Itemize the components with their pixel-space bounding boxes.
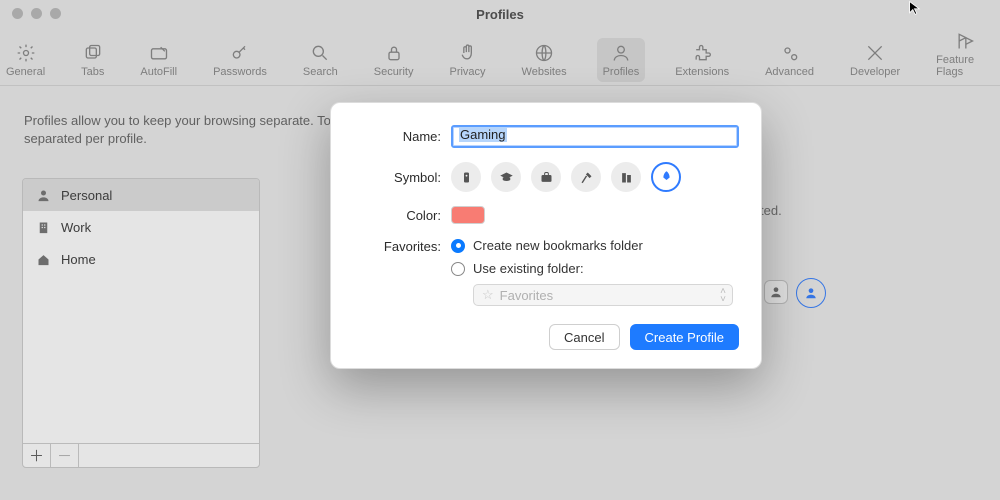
toolbar-item-tabs[interactable]: Tabs — [75, 38, 110, 82]
toolbar-item-developer[interactable]: Developer — [844, 38, 906, 82]
gears-icon — [779, 42, 801, 64]
toolbar-item-search[interactable]: Search — [297, 38, 344, 82]
favorites-label: Favorites: — [347, 239, 451, 254]
radio-label: Use existing folder: — [473, 261, 584, 276]
symbol-graduation-icon[interactable] — [491, 162, 521, 192]
pencil-card-icon — [148, 42, 170, 64]
flags-icon — [954, 30, 976, 52]
chevron-updown-icon: ˄˅ — [720, 288, 726, 304]
toolbar-label: Security — [374, 66, 414, 78]
window-title: Profiles — [0, 7, 1000, 22]
color-label: Color: — [347, 208, 451, 223]
search-icon — [309, 42, 331, 64]
puzzle-icon — [691, 42, 713, 64]
cancel-button[interactable]: Cancel — [549, 324, 619, 350]
profile-row-label: Work — [61, 220, 91, 235]
symbol-rocket-icon[interactable] — [651, 162, 681, 192]
tabs-icon — [82, 42, 104, 64]
symbol-picker — [451, 162, 739, 192]
toolbar-item-general[interactable]: General — [0, 38, 51, 82]
lock-icon — [383, 42, 405, 64]
symbol-hammer-icon[interactable] — [571, 162, 601, 192]
house-icon — [35, 251, 51, 267]
toolbar-item-feature-flags[interactable]: Feature Flags — [930, 26, 1000, 82]
radio-checked-icon[interactable] — [451, 239, 465, 253]
gear-icon — [15, 42, 37, 64]
existing-folder-popup[interactable]: ☆ Favorites ˄˅ — [473, 284, 733, 306]
add-profile-button[interactable]: ＋ — [23, 444, 51, 467]
radio-label: Create new bookmarks folder — [473, 238, 643, 253]
toolbar-label: Profiles — [603, 66, 640, 78]
toolbar-label: Feature Flags — [936, 54, 994, 78]
toolbar-label: Developer — [850, 66, 900, 78]
background-symbol-box — [764, 280, 788, 304]
toolbar-label: Advanced — [765, 66, 814, 78]
globe-icon — [533, 42, 555, 64]
toolbar-item-profiles[interactable]: Profiles — [597, 38, 646, 82]
key-icon — [229, 42, 251, 64]
radio-unchecked-icon[interactable] — [451, 262, 465, 276]
toolbar-item-privacy[interactable]: Privacy — [443, 38, 491, 82]
toolbar-separator — [0, 85, 1000, 86]
preferences-toolbar: General Tabs AutoFill Passwords Search S… — [0, 30, 1000, 82]
symbol-building-icon[interactable] — [611, 162, 641, 192]
profile-row-personal[interactable]: Personal — [23, 179, 259, 211]
tools-icon — [864, 42, 886, 64]
toolbar-item-security[interactable]: Security — [368, 38, 420, 82]
toolbar-label: Passwords — [213, 66, 267, 78]
toolbar-item-websites[interactable]: Websites — [516, 38, 573, 82]
person-icon — [35, 187, 51, 203]
symbol-briefcase-icon[interactable] — [531, 162, 561, 192]
popup-value: Favorites — [500, 288, 553, 303]
toolbar-item-autofill[interactable]: AutoFill — [134, 38, 183, 82]
toolbar-label: Search — [303, 66, 338, 78]
toolbar-label: AutoFill — [140, 66, 177, 78]
star-icon: ☆ — [482, 287, 494, 303]
profile-row-home[interactable]: Home — [23, 243, 259, 275]
toolbar-label: Privacy — [449, 66, 485, 78]
symbol-label: Symbol: — [347, 170, 451, 185]
color-swatch[interactable] — [451, 206, 485, 224]
toolbar-label: Tabs — [81, 66, 104, 78]
toolbar-label: Extensions — [675, 66, 729, 78]
remove-profile-button[interactable]: － — [51, 444, 79, 467]
background-hint-text: ted. — [760, 203, 782, 218]
profile-name-input[interactable]: Gaming — [451, 125, 739, 148]
toolbar-label: Websites — [522, 66, 567, 78]
toolbar-item-extensions[interactable]: Extensions — [669, 38, 735, 82]
profile-row-work[interactable]: Work — [23, 211, 259, 243]
create-profile-button[interactable]: Create Profile — [630, 324, 739, 350]
toolbar-item-advanced[interactable]: Advanced — [759, 38, 820, 82]
building-icon — [35, 219, 51, 235]
favorites-option-create[interactable]: Create new bookmarks folder — [451, 238, 739, 253]
profile-row-label: Home — [61, 252, 96, 267]
profile-row-label: Personal — [61, 188, 112, 203]
name-label: Name: — [347, 129, 451, 144]
cursor-icon — [908, 0, 924, 19]
background-symbol-selected — [796, 278, 826, 308]
person-icon — [610, 42, 632, 64]
favorites-option-existing[interactable]: Use existing folder: — [451, 261, 739, 276]
symbol-badge-icon[interactable] — [451, 162, 481, 192]
create-profile-sheet: Name: Gaming Symbol: Color: Favorites: — [330, 102, 762, 369]
profiles-list[interactable]: Personal Work Home ＋ － — [22, 178, 260, 468]
list-footer: ＋ － — [23, 443, 259, 467]
toolbar-item-passwords[interactable]: Passwords — [207, 38, 273, 82]
toolbar-label: General — [6, 66, 45, 78]
hand-icon — [457, 42, 479, 64]
